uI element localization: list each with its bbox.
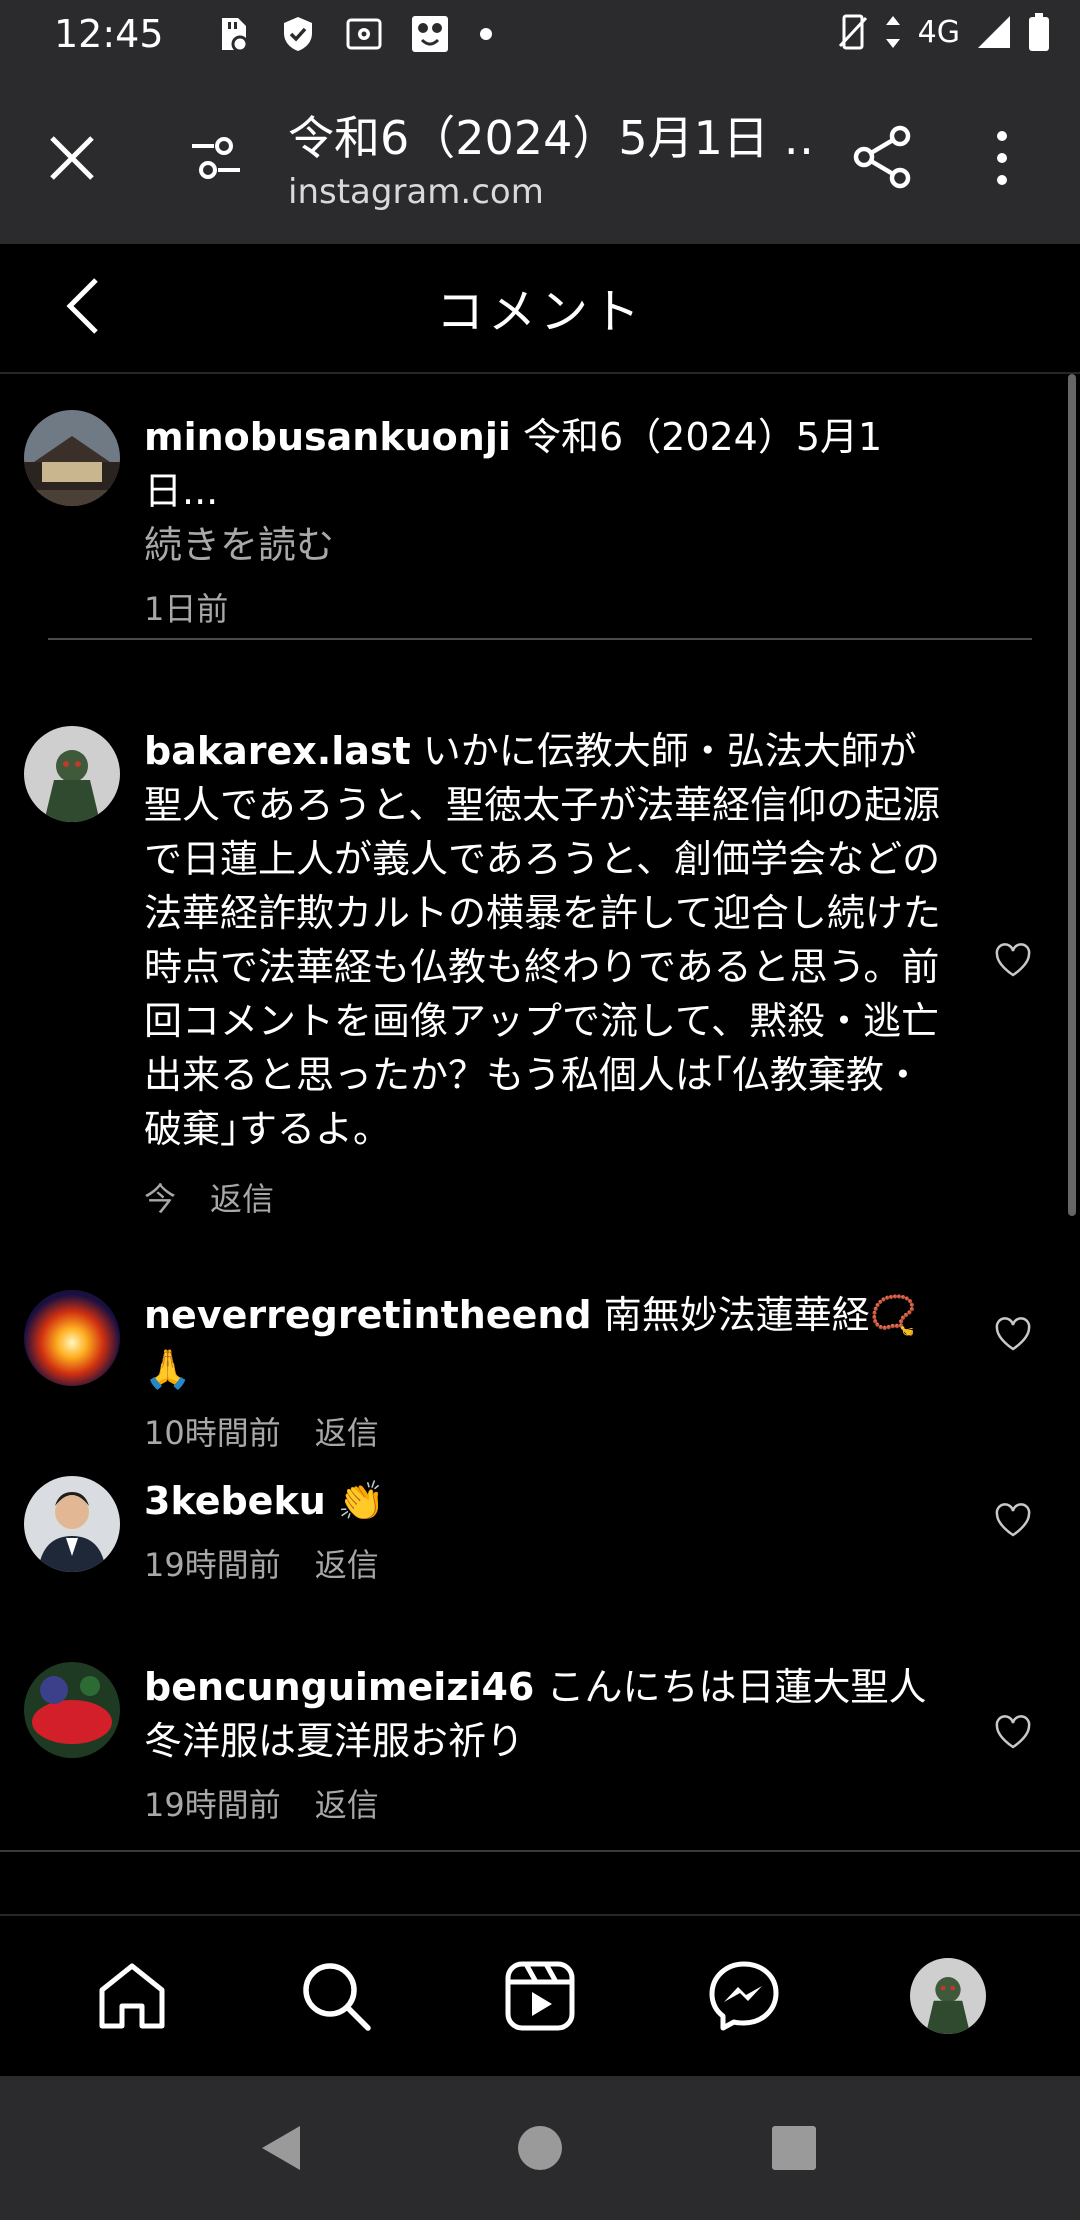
home-circle-icon[interactable] <box>512 2120 568 2176</box>
comment-text: いかに伝教大師・弘法大師が聖人であろうと、聖徳太子が法華経信仰の起源で日蓮上人が… <box>144 729 941 1151</box>
page-url[interactable]: instagram.com <box>288 172 544 212</box>
username[interactable]: bencunguimeizi46 <box>144 1665 534 1709</box>
signal-icon <box>978 16 1010 48</box>
back-triangle-icon[interactable] <box>254 2120 310 2176</box>
like-heart-icon[interactable] <box>994 1502 1032 1538</box>
recents-square-icon[interactable] <box>766 2120 822 2176</box>
home-icon[interactable] <box>94 1958 170 2034</box>
divider <box>0 1850 1080 1852</box>
app-face-icon <box>412 16 448 52</box>
messenger-icon[interactable] <box>706 1958 782 2034</box>
status-bar: 12:45 4G <box>0 0 1080 72</box>
like-heart-icon[interactable] <box>994 1714 1032 1750</box>
like-heart-icon[interactable] <box>994 1316 1032 1352</box>
username[interactable]: 3kebeku <box>144 1479 326 1523</box>
site-settings-icon[interactable] <box>186 128 246 188</box>
vibrate-icon <box>838 14 867 50</box>
reply-button[interactable]: 返信 <box>210 1180 274 1218</box>
avatar[interactable] <box>24 1290 120 1386</box>
comments-header: コメント <box>0 244 1080 374</box>
profile-avatar[interactable] <box>910 1958 986 2034</box>
bottom-navigation <box>0 1914 1080 2078</box>
username[interactable]: neverregretintheend <box>144 1293 592 1337</box>
shield-icon <box>284 17 312 51</box>
settings-box-icon <box>346 18 382 50</box>
divider <box>48 638 1032 640</box>
like-heart-icon[interactable] <box>994 942 1032 978</box>
avatar[interactable] <box>24 410 120 506</box>
reply-button[interactable]: 返信 <box>315 1546 379 1584</box>
dot-icon <box>480 28 492 40</box>
reply-button[interactable]: 返信 <box>315 1414 379 1452</box>
sd-card-icon <box>222 18 249 53</box>
username[interactable]: minobusankuonji <box>144 415 511 459</box>
comments-title: コメント <box>435 284 644 340</box>
status-time: 12:45 <box>54 12 164 56</box>
comment-time: 19時間前 <box>144 1546 281 1584</box>
reels-icon[interactable] <box>502 1958 578 2034</box>
search-icon[interactable] <box>298 1958 374 2034</box>
page-title[interactable]: 令和6（2024）5月1日 … <box>288 102 818 168</box>
more-options-icon[interactable] <box>984 128 1020 188</box>
read-more-link[interactable]: 続きを読む <box>144 518 944 572</box>
comment-time: 19時間前 <box>144 1786 281 1824</box>
reply-button[interactable]: 返信 <box>315 1786 379 1824</box>
username[interactable]: bakarex.last <box>144 729 411 773</box>
avatar[interactable] <box>24 1662 120 1758</box>
system-status: 4G <box>838 12 1050 52</box>
scrollbar[interactable] <box>1068 374 1076 1216</box>
close-icon[interactable] <box>42 128 102 188</box>
comment-time: 1日前 <box>144 590 229 628</box>
data-arrows-icon <box>885 16 900 48</box>
avatar[interactable] <box>24 726 120 822</box>
avatar[interactable] <box>24 1476 120 1572</box>
comment-time: 10時間前 <box>144 1414 281 1452</box>
comment-time: 今 <box>144 1180 177 1218</box>
browser-toolbar: 令和6（2024）5月1日 … instagram.com <box>0 72 1080 244</box>
battery-icon <box>1029 13 1049 51</box>
notification-icons <box>212 14 492 54</box>
system-navigation-bar <box>0 2076 1080 2220</box>
comment-text: 👏 <box>325 1479 386 1523</box>
network-type: 4G <box>917 14 960 50</box>
share-icon[interactable] <box>850 124 916 190</box>
